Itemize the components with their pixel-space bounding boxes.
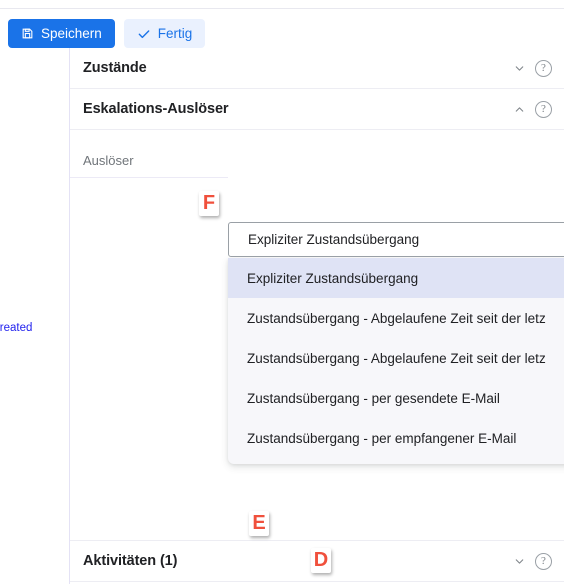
field-underline [70,177,228,178]
created-state-label: created [0,322,33,334]
annotation-badge-e: E [249,511,269,536]
section-header-eskalations-ausloeser[interactable]: Eskalations-Auslöser ? [70,89,564,130]
annotation-badge-f: F [199,191,219,216]
dropdown-option[interactable]: Zustandsübergang - Abgelaufene Zeit seit… [228,298,564,338]
top-divider [0,8,564,9]
done-button-label: Fertig [157,25,193,41]
trigger-select-value: Expliziter Zustandsübergang [248,232,420,247]
annotation-badge-d: D [311,548,331,573]
done-button[interactable]: Fertig [123,19,206,48]
properties-panel: Zustände ? Eskalations-Auslöser ? Auslös… [70,48,564,584]
dropdown-option[interactable]: Zustandsübergang - per empfangener E-Mai… [228,418,564,458]
chevron-down-icon[interactable] [510,59,528,77]
trigger-field-label: Auslöser [83,153,134,168]
save-button-label: Speichern [41,25,102,41]
dropdown-option[interactable]: Zustandsübergang - per gesendete E-Mail [228,378,564,418]
chevron-down-icon[interactable] [510,552,528,570]
section-title-zustaende: Zustände [83,60,147,76]
save-floppy-icon [21,27,34,40]
section-header-zustaende[interactable]: Zustände ? [70,48,564,89]
left-column: created [0,9,69,584]
help-icon[interactable]: ? [535,100,552,118]
toolbar: Speichern Fertig [8,19,206,48]
app-root: Speichern Fertig created Zustände ? [0,0,564,584]
section-title-aktivitaeten: Aktivitäten (1) [83,553,178,569]
help-icon[interactable]: ? [535,59,552,77]
check-icon [137,27,151,41]
dropdown-option[interactable]: Expliziter Zustandsübergang [228,258,564,298]
trigger-dropdown-list[interactable]: Expliziter Zustandsübergang Zustandsüber… [228,258,564,464]
dropdown-option[interactable]: Zustandsübergang - Abgelaufene Zeit seit… [228,338,564,378]
save-button[interactable]: Speichern [8,19,115,48]
help-icon[interactable]: ? [535,552,552,570]
chevron-up-icon[interactable] [510,100,528,118]
escalation-trigger-body: Auslöser Expliziter Zustandsübergang Exp… [70,130,564,541]
section-title-eskalations-ausloeser: Eskalations-Auslöser [83,101,229,117]
trigger-select[interactable]: Expliziter Zustandsübergang [228,222,564,257]
